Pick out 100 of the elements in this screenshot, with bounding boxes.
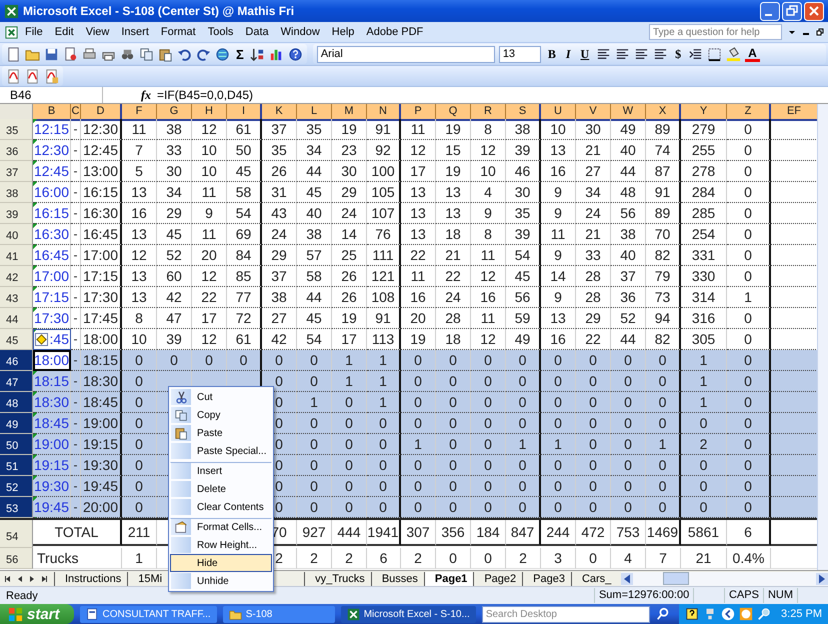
column-header[interactable]: H <box>192 104 227 121</box>
context-menu-item[interactable]: Hide <box>170 554 272 572</box>
menu-item[interactable]: Adobe PDF <box>360 26 430 38</box>
paste-icon[interactable] <box>158 46 173 62</box>
insert-function-button[interactable]: fx <box>141 88 151 102</box>
align-right-icon[interactable] <box>634 46 650 62</box>
fill-color-icon[interactable] <box>726 46 742 62</box>
indent-icon[interactable] <box>688 46 704 62</box>
workbook-icon[interactable] <box>4 24 19 40</box>
column-header[interactable]: L <box>297 104 332 121</box>
row-header[interactable]: 52 <box>0 476 33 497</box>
row-header[interactable]: 35 <box>0 119 33 140</box>
row-header[interactable]: 48 <box>0 392 33 413</box>
merge-center-icon[interactable] <box>653 46 668 62</box>
menu-item[interactable]: File <box>19 26 49 38</box>
row-header[interactable]: 50 <box>0 434 33 455</box>
row-header[interactable]: 46 <box>0 350 33 371</box>
vertical-scrollbar[interactable] <box>817 104 828 570</box>
printer-preview-icon[interactable] <box>82 46 97 62</box>
column-header[interactable]: X <box>646 104 681 121</box>
column-header[interactable]: F <box>122 104 157 121</box>
column-header[interactable]: S <box>506 104 541 121</box>
text-style-button[interactable]: B <box>544 46 559 62</box>
context-menu-item[interactable]: Unhide <box>170 572 272 590</box>
new-document-icon[interactable] <box>6 46 21 62</box>
sheet-tab[interactable]: Page1 <box>424 572 474 586</box>
menu-item[interactable]: Data <box>239 26 275 38</box>
context-menu-item[interactable]: Format Cells... <box>170 518 272 536</box>
font-size-dropdown[interactable]: 13 <box>498 46 541 62</box>
column-header[interactable]: W <box>611 104 646 121</box>
menu-item[interactable]: Help <box>326 26 360 38</box>
formula-field[interactable]: =IF(B45=0,0,D45) <box>157 88 254 102</box>
taskbar-button[interactable]: S-108 <box>222 606 335 622</box>
search-icon[interactable] <box>656 607 670 621</box>
row-header[interactable]: 49 <box>0 413 33 434</box>
row-header[interactable]: 45 <box>0 329 33 350</box>
scroll-right-icon[interactable] <box>816 572 828 584</box>
dropdown-arrow-icon[interactable] <box>788 28 796 36</box>
text-style-button[interactable]: I <box>562 46 574 62</box>
horizontal-scrollbar[interactable] <box>621 572 828 586</box>
pdf-convert-icon[interactable] <box>25 68 40 84</box>
help-search-field[interactable]: Type a question for help <box>649 24 782 40</box>
column-header[interactable]: R <box>471 104 506 121</box>
magnifier-icon[interactable] <box>757 607 772 621</box>
row-header[interactable]: 53 <box>0 497 33 518</box>
column-header[interactable]: K <box>262 104 297 121</box>
autosum-button[interactable]: Σ <box>234 46 246 62</box>
column-header[interactable]: G <box>157 104 192 121</box>
menu-item[interactable]: Format <box>154 26 202 38</box>
row-header[interactable]: 41 <box>0 245 33 266</box>
row-header[interactable]: 39 <box>0 203 33 224</box>
column-header[interactable]: V <box>576 104 611 121</box>
row-header[interactable]: 36 <box>0 140 33 161</box>
menu-item[interactable]: Edit <box>48 26 80 38</box>
pdf-attach-icon[interactable] <box>44 68 59 84</box>
tab-scroll-icon[interactable] <box>4 574 12 582</box>
tab-scroll-icon[interactable] <box>40 574 48 582</box>
row-header[interactable]: 56 <box>0 548 33 569</box>
row-header[interactable]: 43 <box>0 287 33 308</box>
pdf-document-icon[interactable] <box>6 68 21 84</box>
menu-item[interactable]: Window <box>274 26 326 38</box>
redo-icon[interactable] <box>196 46 211 62</box>
desktop-search-field[interactable]: Search Desktop <box>482 606 650 622</box>
row-header[interactable]: 42 <box>0 266 33 287</box>
column-header[interactable]: B <box>33 104 71 121</box>
align-left-icon[interactable] <box>596 46 612 62</box>
help-icon[interactable] <box>685 607 700 621</box>
row-header[interactable]: 44 <box>0 308 33 329</box>
row-header[interactable]: 38 <box>0 182 33 203</box>
row-header[interactable]: 54 <box>0 520 33 546</box>
undo-icon[interactable] <box>177 46 192 62</box>
column-header[interactable]: I <box>227 104 262 121</box>
restore-icon[interactable] <box>816 28 824 36</box>
name-box[interactable]: B46 <box>0 87 103 103</box>
close-icon[interactable] <box>804 2 824 20</box>
sort-icon[interactable] <box>250 46 265 62</box>
row-header[interactable]: 51 <box>0 455 33 476</box>
font-dropdown[interactable]: Arial <box>316 46 495 62</box>
column-header[interactable]: C <box>71 104 81 121</box>
menu-item[interactable]: Insert <box>115 26 155 38</box>
row-header[interactable]: 37 <box>0 161 33 182</box>
column-header[interactable]: M <box>332 104 367 121</box>
text-style-button[interactable]: U <box>578 46 592 62</box>
column-header[interactable]: D <box>81 104 122 121</box>
menu-item[interactable]: Tools <box>202 26 240 38</box>
borders-icon[interactable] <box>707 46 722 62</box>
align-center-icon[interactable] <box>615 46 630 62</box>
column-header[interactable]: Y <box>681 104 727 121</box>
column-header[interactable]: U <box>541 104 576 121</box>
help-icon[interactable] <box>288 46 303 62</box>
font-color-button[interactable]: A <box>745 46 760 62</box>
copy-icon[interactable] <box>139 46 154 62</box>
row-header[interactable]: 40 <box>0 224 33 245</box>
column-header[interactable]: Q <box>436 104 471 121</box>
row-header[interactable]: 47 <box>0 371 33 392</box>
taskbar-button[interactable]: CONSULTANT TRAFF... <box>80 606 217 622</box>
column-header[interactable]: N <box>367 104 401 121</box>
taskbar-button[interactable]: Microsoft Excel - S-10... <box>340 606 476 622</box>
globe-icon[interactable] <box>215 46 230 62</box>
context-menu-item[interactable]: Insert <box>170 462 272 480</box>
